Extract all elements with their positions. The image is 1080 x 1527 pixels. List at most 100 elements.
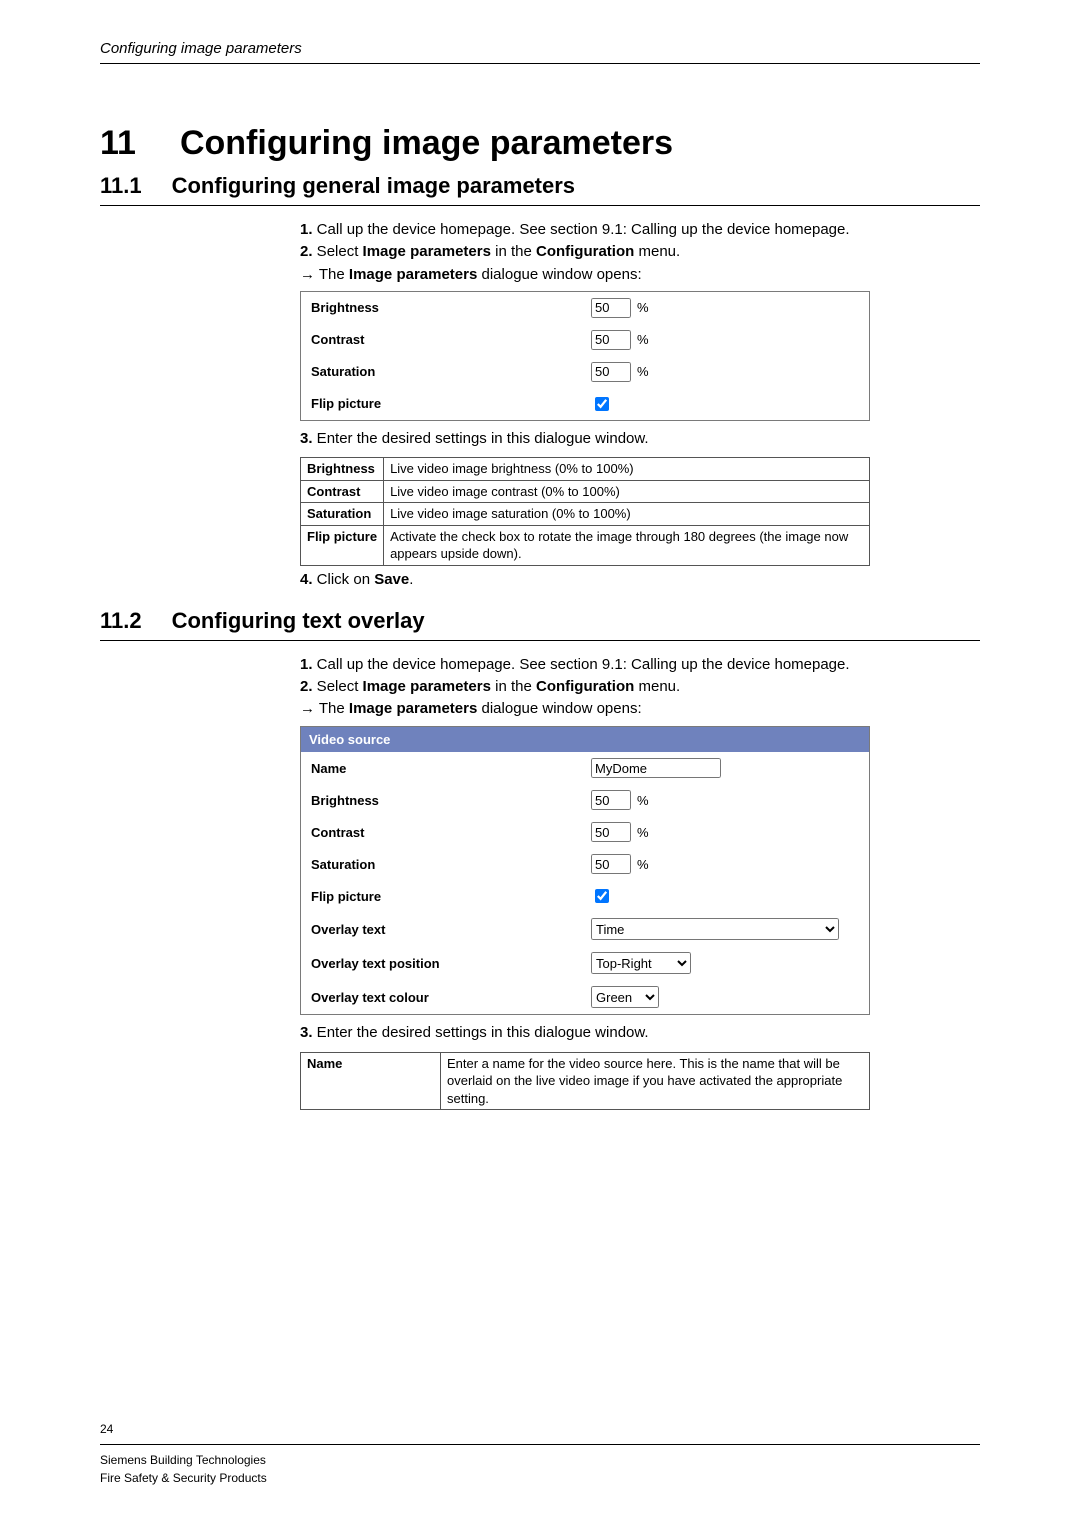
term-cell: Brightness	[301, 458, 384, 481]
saturation-label: Saturation	[311, 856, 591, 874]
section-11-2-heading: 11.2 Configuring text overlay	[100, 608, 980, 634]
brightness-input[interactable]	[591, 298, 631, 318]
percent-label: %	[637, 792, 649, 810]
flip-row: Flip picture	[301, 880, 869, 912]
step-text-mid: in the	[491, 243, 536, 260]
section-rule	[100, 205, 980, 206]
overlay-colour-label: Overlay text colour	[311, 989, 591, 1007]
flip-row: Flip picture	[301, 388, 869, 420]
overlay-description-table: Name Enter a name for the video source h…	[300, 1052, 870, 1111]
section-title: Configuring general image parameters	[172, 173, 575, 199]
table-row: Saturation Live video image saturation (…	[301, 503, 870, 526]
step-bold-2: Configuration	[536, 678, 634, 695]
overlay-position-label: Overlay text position	[311, 955, 591, 973]
dialog-header: Video source	[301, 727, 869, 753]
saturation-row: Saturation %	[301, 848, 869, 880]
step-number: 2.	[300, 678, 313, 695]
section-rule	[100, 640, 980, 641]
contrast-label: Contrast	[311, 331, 591, 349]
running-header-rule	[100, 63, 980, 64]
overlay-position-select[interactable]: Top-Right	[591, 952, 691, 974]
result-post: dialogue window opens:	[477, 266, 641, 283]
step-text: Enter the desired settings in this dialo…	[313, 1024, 649, 1041]
percent-label: %	[637, 363, 649, 381]
step-post: .	[409, 571, 413, 588]
flip-label: Flip picture	[311, 395, 591, 413]
contrast-row: Contrast %	[301, 816, 869, 848]
percent-label: %	[637, 856, 649, 874]
section-11-1-heading: 11.1 Configuring general image parameter…	[100, 173, 980, 199]
image-parameters-dialog: Brightness % Contrast % Saturation %	[300, 291, 870, 421]
step-number: 2.	[300, 243, 313, 260]
desc-cell: Enter a name for the video source here. …	[441, 1052, 870, 1110]
table-row: Flip picture Activate the check box to r…	[301, 525, 870, 565]
result-bold: Image parameters	[349, 266, 477, 283]
overlay-text-select[interactable]: Time	[591, 918, 839, 940]
step-text-pre: Select	[313, 678, 363, 695]
result-line: → The Image parameters dialogue window o…	[300, 265, 980, 285]
table-row: Name Enter a name for the video source h…	[301, 1052, 870, 1110]
footer-line-2: Fire Safety & Security Products	[100, 1469, 980, 1487]
saturation-row: Saturation %	[301, 356, 869, 388]
section-number: 11.2	[100, 608, 142, 634]
contrast-label: Contrast	[311, 824, 591, 842]
desc-cell: Live video image saturation (0% to 100%)	[384, 503, 870, 526]
step-1: 1. Call up the device homepage. See sect…	[300, 655, 980, 675]
step-2: 2. Select Image parameters in the Config…	[300, 677, 980, 697]
result-pre: The	[315, 266, 349, 283]
result-bold: Image parameters	[349, 700, 477, 717]
page-number: 24	[100, 1420, 980, 1438]
chapter-heading: 11 Configuring image parameters	[100, 124, 980, 163]
saturation-input[interactable]	[591, 854, 631, 874]
step-number: 1.	[300, 656, 313, 673]
term-cell: Contrast	[301, 480, 384, 503]
step-bold: Save	[374, 571, 409, 588]
step-text: Enter the desired settings in this dialo…	[313, 430, 649, 447]
step-number: 3.	[300, 1024, 313, 1041]
chapter-number: 11	[100, 124, 136, 163]
desc-cell: Live video image brightness (0% to 100%)	[384, 458, 870, 481]
term-cell: Flip picture	[301, 525, 384, 565]
overlay-colour-select[interactable]: Green	[591, 986, 659, 1008]
percent-label: %	[637, 824, 649, 842]
name-input[interactable]	[591, 758, 721, 778]
flip-checkbox[interactable]	[595, 889, 609, 903]
saturation-input[interactable]	[591, 362, 631, 382]
desc-cell: Live video image contrast (0% to 100%)	[384, 480, 870, 503]
running-header: Configuring image parameters	[100, 40, 980, 57]
footer-rule	[100, 1444, 980, 1445]
desc-cell: Activate the check box to rotate the ima…	[384, 525, 870, 565]
name-row: Name	[301, 752, 869, 784]
result-pre: The	[315, 700, 349, 717]
section-number: 11.1	[100, 173, 142, 199]
step-bold-1: Image parameters	[363, 678, 491, 695]
parameters-description-table: Brightness Live video image brightness (…	[300, 457, 870, 566]
step-bold-2: Configuration	[536, 243, 634, 260]
flip-checkbox[interactable]	[595, 397, 609, 411]
footer-line-1: Siemens Building Technologies	[100, 1451, 980, 1469]
video-source-dialog: Video source Name Brightness % Contrast …	[300, 726, 870, 1016]
overlay-position-row: Overlay text position Top-Right	[301, 946, 869, 980]
percent-label: %	[637, 299, 649, 317]
step-number: 3.	[300, 430, 313, 447]
contrast-input[interactable]	[591, 822, 631, 842]
step-1: 1. Call up the device homepage. See sect…	[300, 220, 980, 240]
name-label: Name	[311, 760, 591, 778]
step-3: 3. Enter the desired settings in this di…	[300, 1023, 980, 1043]
flip-label: Flip picture	[311, 888, 591, 906]
step-pre: Click on	[313, 571, 375, 588]
table-row: Brightness Live video image brightness (…	[301, 458, 870, 481]
step-2: 2. Select Image parameters in the Config…	[300, 242, 980, 262]
contrast-input[interactable]	[591, 330, 631, 350]
arrow-icon: →	[300, 700, 315, 717]
term-cell: Saturation	[301, 503, 384, 526]
contrast-row: Contrast %	[301, 324, 869, 356]
step-number: 4.	[300, 571, 313, 588]
step-text: Call up the device homepage. See section…	[313, 656, 850, 673]
percent-label: %	[637, 331, 649, 349]
brightness-row: Brightness %	[301, 784, 869, 816]
step-text-post: menu.	[634, 243, 680, 260]
section-title: Configuring text overlay	[172, 608, 425, 634]
brightness-input[interactable]	[591, 790, 631, 810]
term-cell: Name	[301, 1052, 441, 1110]
